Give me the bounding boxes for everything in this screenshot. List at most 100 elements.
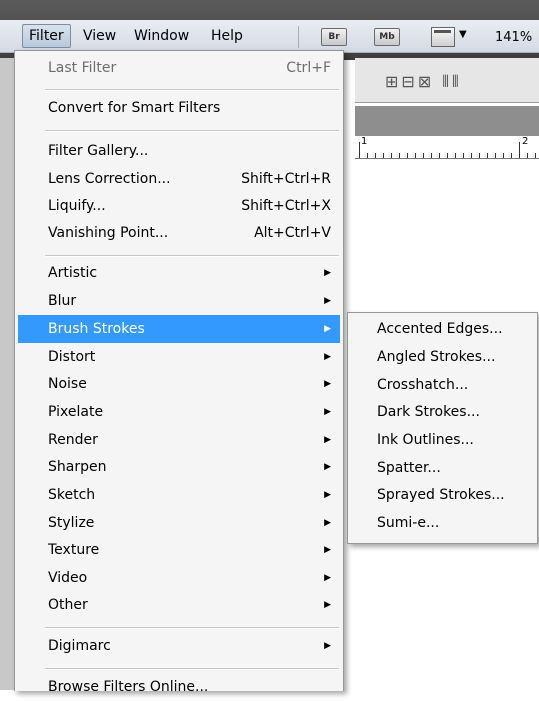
- text-align-icons[interactable]: ⊞⊟⊠ ⫴⫴: [385, 72, 462, 92]
- zoom-level[interactable]: 141%: [495, 30, 532, 45]
- menu-item-blur[interactable]: Blur ▶: [15, 287, 343, 315]
- menu-item-label: Pixelate: [48, 404, 104, 420]
- menu-separator: [45, 627, 339, 629]
- menu-item-pixelate[interactable]: Pixelate ▶: [15, 398, 343, 426]
- menu-view[interactable]: View: [77, 25, 122, 47]
- menu-item-label: Texture: [48, 542, 100, 558]
- menu-window[interactable]: Window: [128, 25, 195, 47]
- brush-strokes-submenu: Accented Edges... Angled Strokes... Cros…: [347, 312, 538, 544]
- menu-separator: [45, 668, 339, 670]
- menu-item-shortcut: Shift+Ctrl+X: [241, 198, 331, 214]
- menu-item-noise[interactable]: Noise ▶: [15, 370, 343, 398]
- menu-item-label: Video: [48, 570, 88, 586]
- bridge-button[interactable]: Br: [321, 28, 347, 46]
- menu-separator: [45, 130, 339, 132]
- menu-item-video[interactable]: Video ▶: [15, 564, 343, 592]
- menu-item-distort[interactable]: Distort ▶: [15, 343, 343, 371]
- arrow-right-icon: ▶: [324, 462, 331, 472]
- menu-item-stylize[interactable]: Stylize ▶: [15, 509, 343, 537]
- menu-item-label: Artistic: [48, 265, 98, 281]
- menu-item-label: Sketch: [48, 487, 96, 503]
- ruler-tick: [479, 153, 480, 158]
- menu-item-liquify[interactable]: Liquify... Shift+Ctrl+X: [15, 192, 343, 220]
- document-tab-strip: [355, 106, 539, 136]
- menu-filter[interactable]: Filter: [22, 24, 71, 48]
- menu-item-texture[interactable]: Texture ▶: [15, 536, 343, 564]
- menu-item-last-filter[interactable]: Last Filter Ctrl+F: [15, 54, 343, 82]
- ruler-tick: [439, 153, 440, 158]
- menu-item-label: Sharpen: [48, 459, 107, 475]
- ruler-tick: [367, 153, 368, 158]
- arrow-right-icon: ▶: [324, 545, 331, 555]
- ruler-tick: [471, 153, 472, 158]
- submenu-item-crosshatch[interactable]: Crosshatch...: [348, 371, 537, 399]
- menu-item-label: Spatter...: [377, 460, 441, 476]
- ruler-tick: [495, 153, 496, 158]
- arrow-right-icon: ▶: [324, 324, 331, 334]
- horizontal-ruler: 1 2: [355, 136, 539, 159]
- submenu-item-dark-strokes[interactable]: Dark Strokes...: [348, 398, 537, 426]
- menu-help[interactable]: Help: [205, 25, 249, 47]
- menu-separator: [45, 89, 339, 91]
- arrow-right-icon: ▶: [324, 407, 331, 417]
- triangle-down-icon[interactable]: ▼: [459, 29, 467, 40]
- menu-bar: Filter View Window Help Br Mb ▼ 141%: [0, 20, 539, 53]
- arrange-documents-icon[interactable]: [431, 27, 455, 47]
- menu-item-label: Lens Correction...: [48, 171, 171, 187]
- arrow-right-icon: ▶: [324, 490, 331, 500]
- menu-item-filter-gallery[interactable]: Filter Gallery...: [15, 137, 343, 165]
- menu-item-browse-filters-online[interactable]: Browse Filters Online...: [15, 673, 343, 701]
- ruler-number: 2: [522, 136, 529, 147]
- ruler-tick: [431, 153, 432, 158]
- menu-item-label: Liquify...: [48, 198, 106, 214]
- submenu-item-sprayed-strokes[interactable]: Sprayed Strokes...: [348, 481, 537, 509]
- menu-item-brush-strokes[interactable]: Brush Strokes ▶: [18, 315, 340, 343]
- menu-item-label: Blur: [48, 293, 77, 309]
- mini-bridge-button[interactable]: Mb: [374, 28, 400, 46]
- options-bar: ⊞⊟⊠ ⫴⫴: [355, 58, 539, 103]
- menu-item-label: Last Filter: [48, 60, 117, 76]
- submenu-item-sumi-e[interactable]: Sumi-e...: [348, 509, 537, 537]
- ruler-tick: [391, 153, 392, 158]
- arrow-right-icon: ▶: [324, 379, 331, 389]
- arrow-right-icon: ▶: [324, 435, 331, 445]
- menu-item-artistic[interactable]: Artistic ▶: [15, 259, 343, 287]
- menu-item-shortcut: Shift+Ctrl+R: [241, 171, 331, 187]
- ruler-tick: [359, 142, 360, 158]
- menu-item-label: Render: [48, 432, 98, 448]
- menu-item-other[interactable]: Other ▶: [15, 591, 343, 619]
- ruler-tick: [503, 153, 504, 158]
- arrow-right-icon: ▶: [324, 268, 331, 278]
- menu-item-sketch[interactable]: Sketch ▶: [15, 481, 343, 509]
- ruler-tick: [511, 153, 512, 158]
- menu-item-label: Browse Filters Online...: [48, 679, 209, 695]
- menu-item-label: Vanishing Point...: [48, 225, 169, 241]
- submenu-item-accented-edges[interactable]: Accented Edges...: [348, 315, 537, 343]
- menu-item-label: Ink Outlines...: [377, 432, 474, 448]
- ruler-tick: [447, 153, 448, 158]
- menu-item-vanishing-point[interactable]: Vanishing Point... Alt+Ctrl+V: [15, 219, 343, 247]
- ruler-tick: [399, 153, 400, 158]
- menu-item-digimarc[interactable]: Digimarc ▶: [15, 632, 343, 660]
- menu-item-sharpen[interactable]: Sharpen ▶: [15, 453, 343, 481]
- ruler-tick: [487, 153, 488, 158]
- ruler-tick: [527, 153, 528, 158]
- menu-item-label: Angled Strokes...: [377, 349, 496, 365]
- submenu-item-ink-outlines[interactable]: Ink Outlines...: [348, 426, 537, 454]
- menu-item-label: Crosshatch...: [377, 377, 469, 393]
- menu-item-render[interactable]: Render ▶: [15, 426, 343, 454]
- arrow-right-icon: ▶: [324, 296, 331, 306]
- ruler-tick: [463, 153, 464, 158]
- submenu-item-spatter[interactable]: Spatter...: [348, 454, 537, 482]
- submenu-item-angled-strokes[interactable]: Angled Strokes...: [348, 343, 537, 371]
- menu-item-label: Filter Gallery...: [48, 143, 149, 159]
- filter-menu: Last Filter Ctrl+F Convert for Smart Fil…: [14, 50, 344, 695]
- menu-item-label: Other: [48, 597, 88, 613]
- arrow-right-icon: ▶: [324, 600, 331, 610]
- menu-item-label: Accented Edges...: [377, 321, 503, 337]
- menu-item-label: Digimarc: [48, 638, 111, 654]
- menu-item-label: Sumi-e...: [377, 515, 440, 531]
- menu-item-convert-smart-filters[interactable]: Convert for Smart Filters: [15, 94, 343, 122]
- ruler-tick: [407, 153, 408, 158]
- menu-item-lens-correction[interactable]: Lens Correction... Shift+Ctrl+R: [15, 165, 343, 193]
